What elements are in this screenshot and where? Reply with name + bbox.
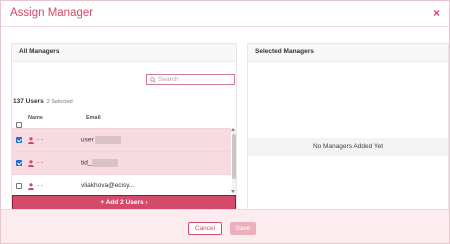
scroll-thumb[interactable] [232,134,236,179]
add-users-button[interactable]: + Add 2 Users › [12,195,236,210]
row-email: user [81,136,121,144]
redacted-block [92,159,119,167]
all-managers-header: All Managers [12,44,236,62]
assign-manager-dialog: Assign Manager × All Managers 137 Users2… [0,0,450,244]
row-email-text: vliakhova@ecisy... [81,182,135,189]
row-checkbox[interactable] [16,183,22,189]
row-name: - - [37,159,44,166]
dialog-footer: Cancel Save [1,209,449,243]
selected-count: 2 Selected [46,99,73,105]
redacted-block [94,136,121,144]
search-input[interactable] [158,75,232,84]
selected-managers-panel: Selected Managers No Managers Added Yet [247,43,449,211]
person-icon [28,160,34,167]
row-checkbox[interactable] [16,137,22,143]
user-count: 137 Users 2 Selected [13,98,73,105]
row-name: - - [37,136,44,143]
empty-state-message: No Managers Added Yet [248,138,448,156]
person-icon [28,183,34,190]
table-row[interactable]: - - user [12,128,231,151]
search-icon [150,77,156,83]
close-icon[interactable]: × [433,6,440,20]
save-button[interactable]: Save [230,222,256,235]
row-email: tid_ [81,159,119,167]
all-managers-title: All Managers [19,48,60,55]
row-email: vliakhova@ecisy... [81,182,134,189]
row-email-text: user [81,136,94,144]
scroll-up-arrow-icon[interactable] [231,128,235,131]
cancel-button[interactable]: Cancel [188,222,222,235]
dialog-header: Assign Manager × [1,1,449,27]
selected-managers-header: Selected Managers [248,44,448,62]
dialog-title: Assign Manager [10,7,94,19]
row-email-text: tid_ [81,159,92,167]
table-header: Name Email [12,112,236,128]
selected-managers-title: Selected Managers [255,48,314,55]
row-name: - - [37,182,44,189]
column-name: Name [28,115,43,121]
all-managers-panel: All Managers 137 Users2 Selected Name Em… [11,43,237,211]
table-row[interactable]: - - vliakhova@ecisy... [12,174,231,197]
person-icon [28,137,34,144]
user-count-label: 137 Users [13,98,44,105]
table-row[interactable]: - - tid_ [12,151,231,174]
row-checkbox[interactable] [16,160,22,166]
rows-scrollbar[interactable] [232,128,236,194]
scroll-down-arrow-icon[interactable] [231,190,235,193]
column-email: Email [86,115,101,121]
search-box[interactable] [146,74,235,85]
